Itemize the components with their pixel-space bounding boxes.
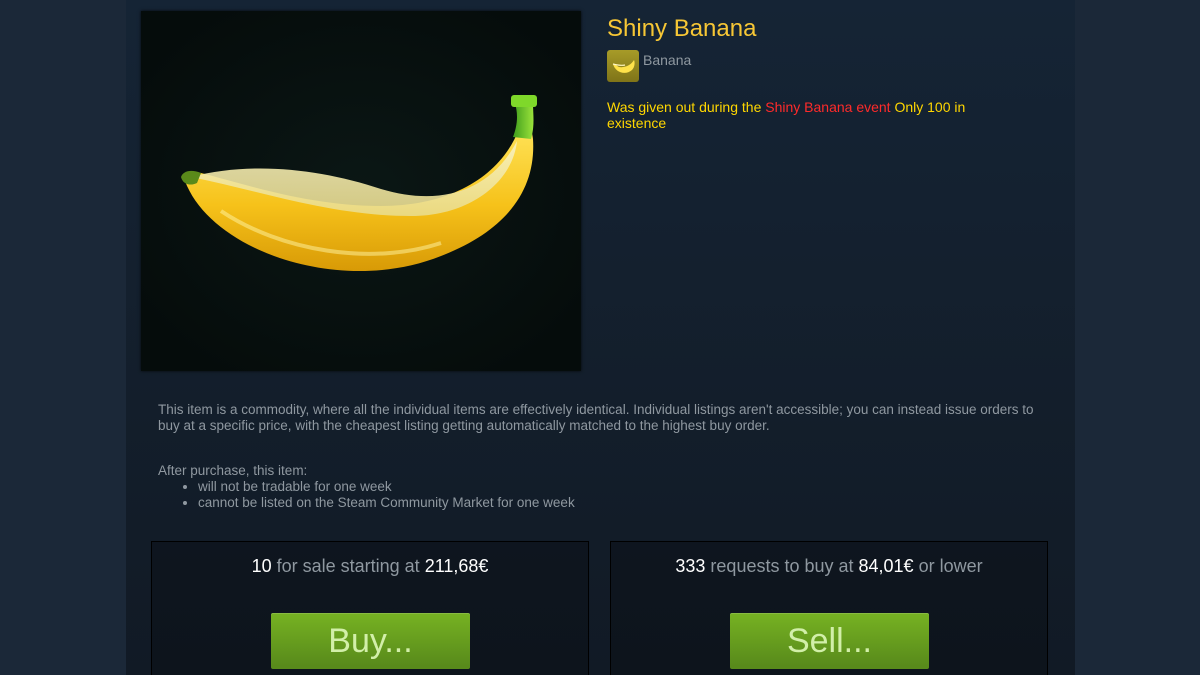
sell-orders-summary: 10 for sale starting at 211,68€ [152,556,588,577]
sell-count: 10 [251,556,272,576]
purchase-restrictions-heading: After purchase, this item: [158,463,308,478]
sell-orders-box: 10 for sale starting at 211,68€ Buy... [151,541,589,675]
item-name: Shiny Banana [607,15,757,42]
sell-button[interactable]: Sell... [730,613,929,669]
buy-button[interactable]: Buy... [271,613,470,669]
banana-image [141,11,581,371]
buy-orders-box: 333 requests to buy at 84,01€ or lower S… [610,541,1048,675]
buy-suffix: or lower [913,556,983,576]
buy-orders-summary: 333 requests to buy at 84,01€ or lower [611,556,1047,577]
sell-text: for sale starting at [271,556,425,576]
item-image [141,11,581,371]
description-prefix: Was given out during the [607,99,766,115]
restrictions-list: will not be tradable for one week cannot… [158,479,1038,511]
restriction-item: cannot be listed on the Steam Community … [198,495,1038,511]
buy-price: 84,01€ [858,556,914,576]
banana-icon[interactable] [607,50,639,82]
restriction-item: will not be tradable for one week [198,479,1038,495]
item-description: Was given out during the Shiny Banana ev… [607,99,987,131]
game-name-link[interactable]: Banana [643,52,691,68]
commodity-note: This item is a commodity, where all the … [158,402,1034,433]
buy-text: requests to buy at [705,556,859,576]
market-listing-page: Shiny Banana Banana Was given out during… [0,0,1200,675]
purchase-restrictions: After purchase, this item: will not be t… [158,463,1038,511]
description-event: Shiny Banana event [765,99,891,115]
buy-count: 333 [675,556,706,576]
sell-price: 211,68€ [424,556,489,576]
